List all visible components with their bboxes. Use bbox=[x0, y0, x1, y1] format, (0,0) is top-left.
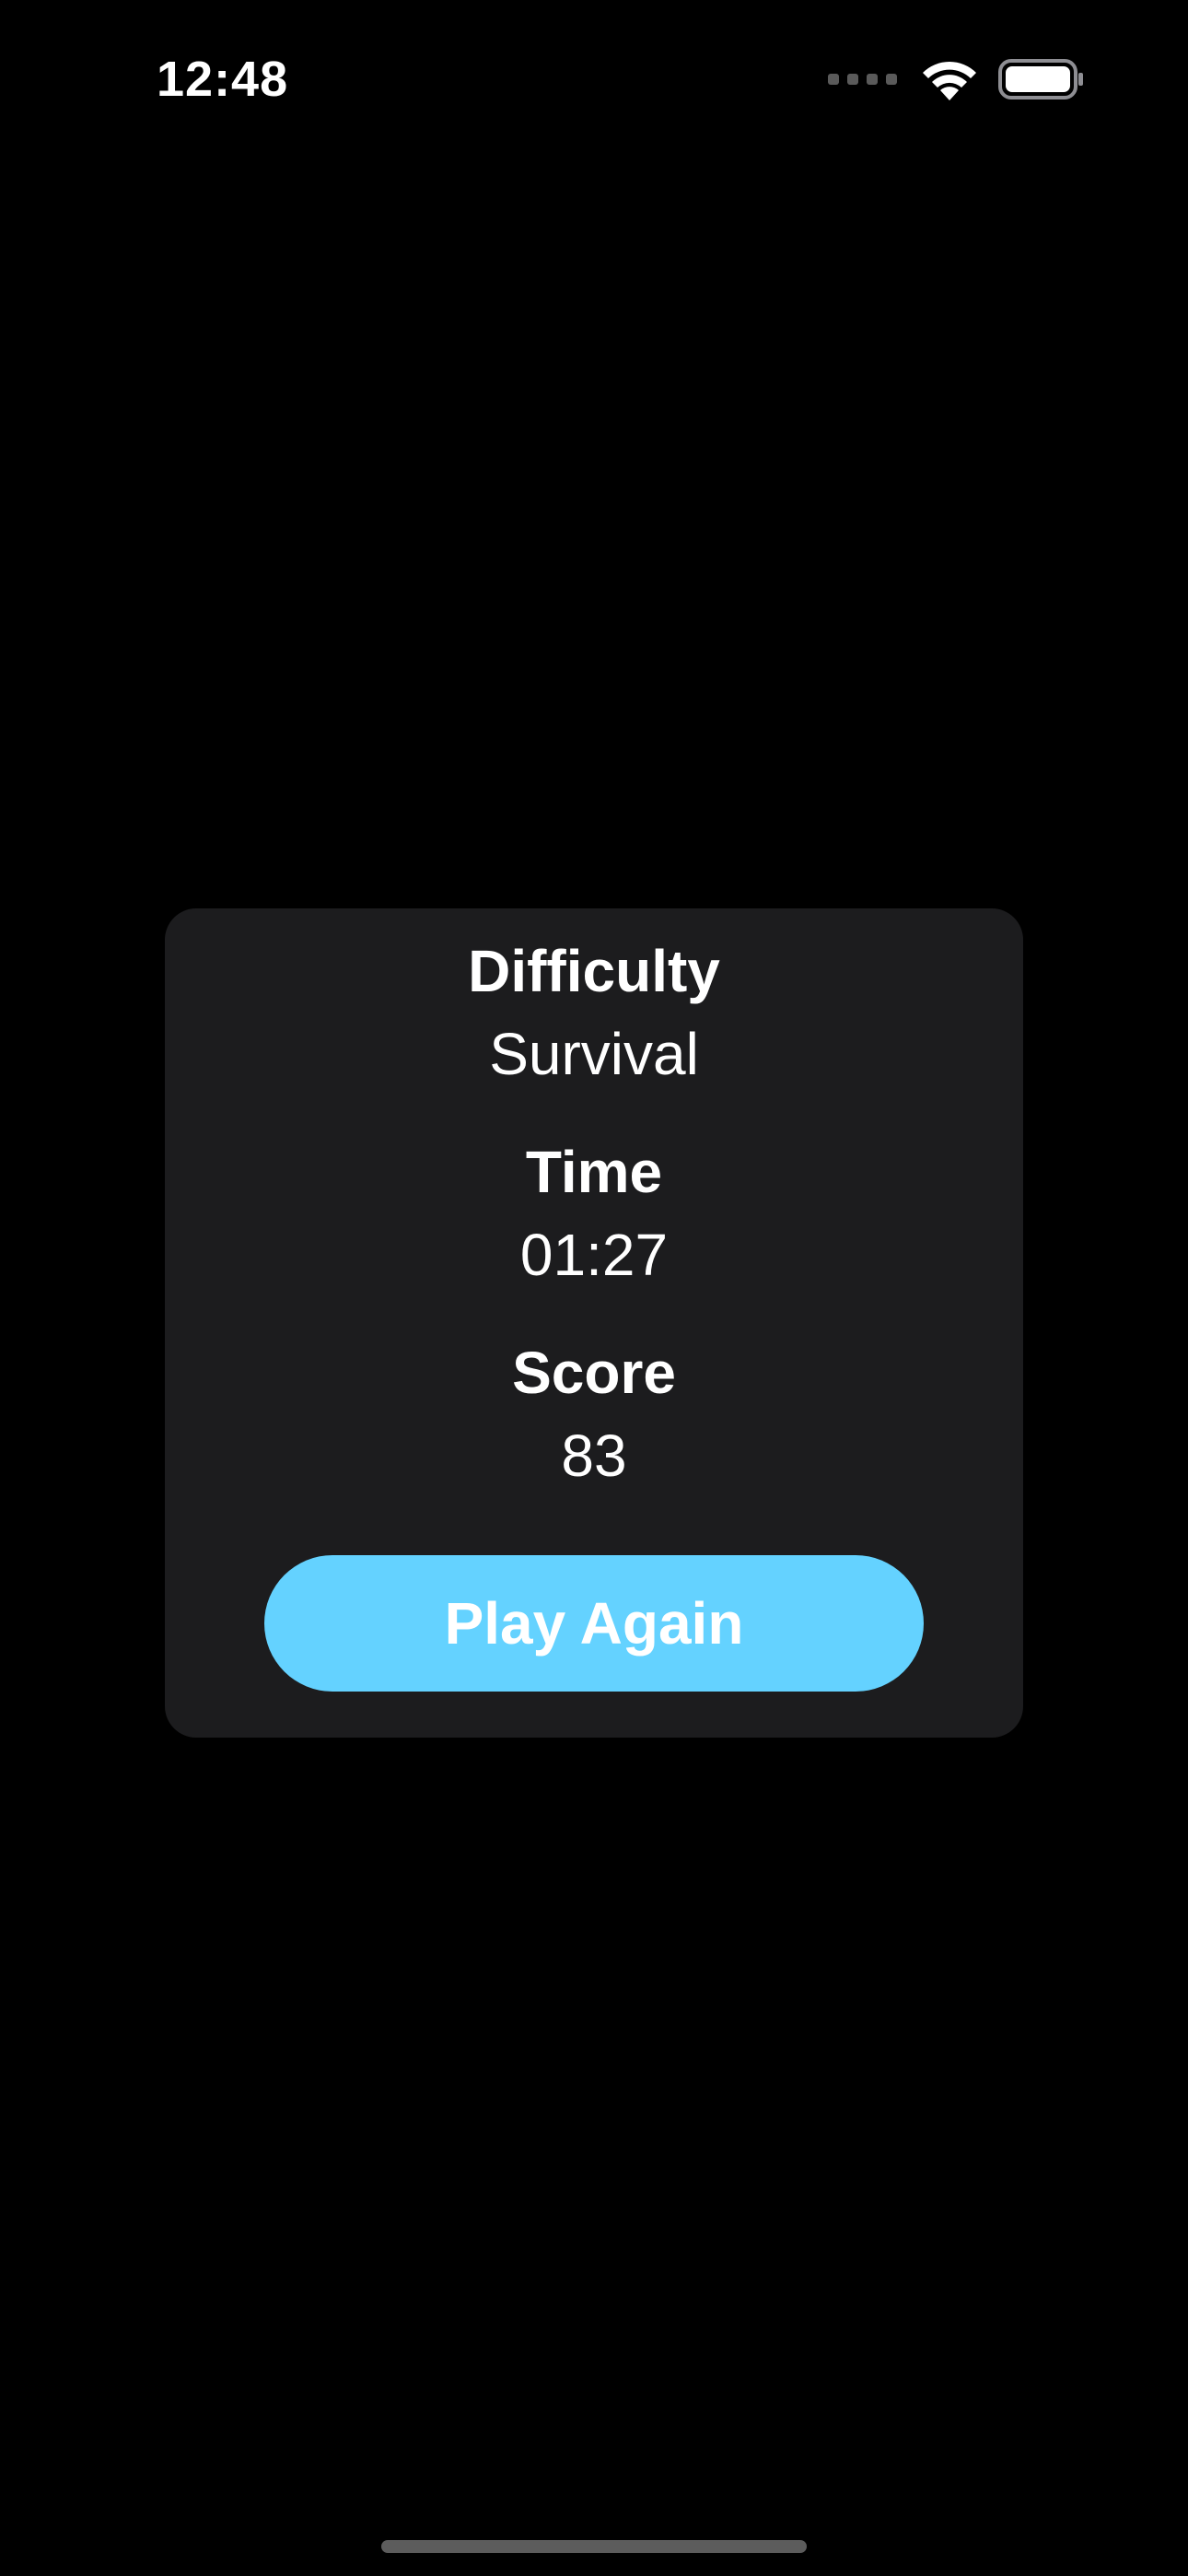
result-card: Difficulty Survival Time 01:27 Score 83 … bbox=[165, 908, 1023, 1738]
time-label: Time bbox=[525, 1139, 663, 1205]
wifi-icon bbox=[921, 58, 978, 100]
status-time: 12:48 bbox=[157, 52, 289, 107]
score-value: 83 bbox=[561, 1423, 627, 1489]
cellular-signal-icon bbox=[828, 74, 897, 85]
play-again-button[interactable]: Play Again bbox=[264, 1555, 924, 1692]
score-stat: Score 83 bbox=[165, 1336, 1023, 1493]
difficulty-stat: Difficulty Survival bbox=[165, 934, 1023, 1091]
time-value: 01:27 bbox=[519, 1222, 669, 1288]
battery-icon bbox=[998, 59, 1085, 100]
difficulty-value: Survival bbox=[489, 1021, 699, 1087]
time-stat: Time 01:27 bbox=[165, 1135, 1023, 1292]
home-indicator[interactable] bbox=[381, 2540, 807, 2553]
difficulty-label: Difficulty bbox=[468, 938, 720, 1004]
status-icons bbox=[828, 53, 1085, 105]
score-label: Score bbox=[512, 1340, 676, 1406]
